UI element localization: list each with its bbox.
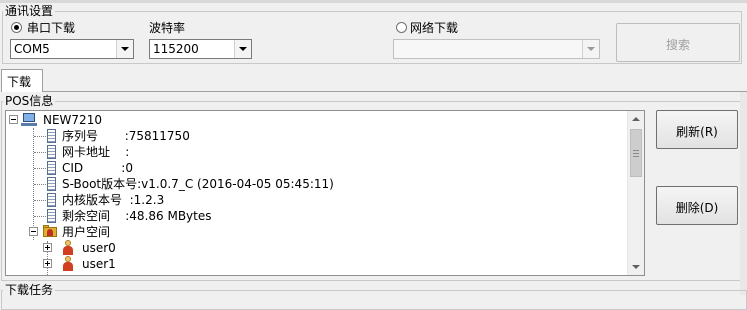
delete-button-label: 删除(D): [675, 201, 719, 215]
chevron-down-icon: [587, 47, 595, 51]
tree-node-user-partial[interactable]: [6, 272, 626, 276]
baud-rate-label: 波特率: [149, 21, 186, 35]
search-button[interactable]: 搜索: [616, 23, 740, 62]
scroll-up-button[interactable]: [628, 111, 644, 128]
window-right-edge: [740, 92, 747, 295]
user-folder-icon: [43, 225, 58, 238]
refresh-button-label: 刷新(R): [676, 125, 718, 139]
tree-item-label: 内核版本号 :1.2.3: [62, 193, 165, 207]
baud-rate-select[interactable]: 115200: [149, 39, 252, 59]
search-button-label: 搜索: [665, 38, 690, 52]
tree-node-user[interactable]: user1: [6, 256, 626, 272]
tree-branch-line: [34, 200, 46, 201]
user-label: user1: [82, 257, 116, 271]
scrollbar-thumb[interactable]: [630, 129, 642, 177]
tree-node-item[interactable]: 剩余空间 :48.86 MBytes: [6, 208, 626, 224]
tree-node-item[interactable]: 内核版本号 :1.2.3: [6, 192, 626, 208]
expand-icon[interactable]: [43, 259, 52, 268]
baud-rate-select-value: 115200: [153, 42, 199, 56]
user-space-label: 用户空间: [62, 225, 111, 239]
chevron-down-icon: [239, 47, 247, 51]
document-icon: [47, 193, 56, 207]
document-icon: [47, 209, 56, 223]
serial-download-radio[interactable]: [11, 22, 22, 33]
port-dropdown-button[interactable]: [116, 40, 133, 58]
refresh-button[interactable]: 刷新(R): [656, 110, 738, 149]
port-select-value: COM5: [14, 42, 50, 56]
network-dropdown-button[interactable]: [582, 40, 599, 58]
user-icon: [62, 256, 74, 271]
grip-line: [633, 156, 639, 157]
port-select[interactable]: COM5: [10, 39, 134, 59]
expand-icon[interactable]: [43, 243, 52, 252]
tree-item-label: 网卡地址 :: [62, 145, 130, 159]
grip-line: [633, 153, 639, 154]
tree-node-item[interactable]: CID :0: [6, 160, 626, 176]
tree-node-user[interactable]: user0: [6, 240, 626, 256]
chevron-down-icon: [121, 47, 129, 51]
tree-branch-line: [34, 136, 46, 137]
network-download-label: 网络下载: [410, 21, 459, 35]
tab-download-label: 下载: [7, 75, 32, 89]
tree-node-item[interactable]: S-Boot版本号:v1.0.7_C (2016-04-05 05:45:11): [6, 176, 626, 192]
document-icon: [47, 145, 56, 159]
tree-root-label: NEW7210: [43, 113, 102, 127]
pos-info-tree[interactable]: NEW7210 序列号 :75811750 网卡地址 : CID :0 S-Bo…: [5, 110, 645, 276]
pos-info-title: POS信息: [3, 94, 56, 108]
user-label: user0: [82, 241, 116, 255]
network-select[interactable]: [393, 39, 600, 59]
computer-icon: [21, 113, 37, 127]
tree-item-label: 剩余空间 :48.86 MBytes: [62, 209, 212, 223]
tree-item-label: S-Boot版本号:v1.0.7_C (2016-04-05 05:45:11): [62, 177, 334, 191]
tree-node-user-space[interactable]: 用户空间: [6, 224, 626, 240]
radio-selected-dot: [14, 25, 19, 30]
tree-item-label: 序列号 :75811750: [62, 129, 190, 143]
user-icon: [62, 240, 74, 255]
arrow-up-icon: [632, 117, 640, 121]
tree-node-item[interactable]: 序列号 :75811750: [6, 128, 626, 144]
tree-branch-line: [34, 152, 46, 153]
window-top-border: [0, 0, 747, 3]
delete-button[interactable]: 删除(D): [656, 186, 738, 225]
document-icon: [47, 177, 56, 191]
tree-vertical-scrollbar[interactable]: [627, 111, 644, 275]
tree-branch-line: [34, 168, 46, 169]
grip-line: [633, 150, 639, 151]
scroll-down-button[interactable]: [628, 258, 644, 275]
tree-item-label: CID :0: [62, 161, 133, 175]
collapse-icon[interactable]: [9, 115, 18, 124]
serial-download-label: 串口下载: [27, 21, 76, 35]
document-icon: [47, 129, 56, 143]
baud-dropdown-button[interactable]: [234, 40, 251, 58]
comm-settings-title: 通讯设置: [3, 4, 56, 18]
network-download-radio[interactable]: [396, 22, 407, 33]
tree-branch-line: [34, 216, 46, 217]
document-icon: [47, 161, 56, 175]
tab-download[interactable]: 下载: [1, 69, 43, 92]
expand-icon[interactable]: [43, 275, 52, 276]
tree-branch-line: [34, 184, 46, 185]
collapse-icon[interactable]: [29, 227, 38, 236]
tree-node-root[interactable]: NEW7210: [6, 112, 626, 128]
tab-strip-border: [42, 91, 747, 92]
arrow-down-icon: [632, 265, 640, 269]
tree-node-item[interactable]: 网卡地址 :: [6, 144, 626, 160]
download-task-group: [1, 290, 747, 310]
